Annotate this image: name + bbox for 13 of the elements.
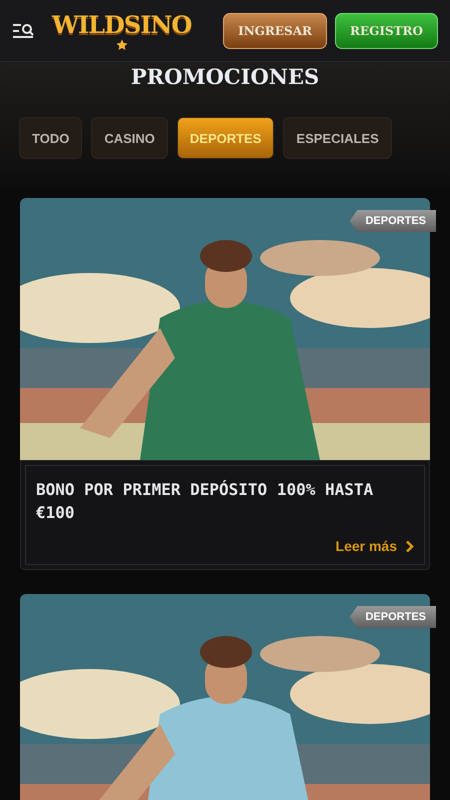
- page-title: PROMOCIONES: [130, 64, 320, 89]
- chevron-right-icon: [405, 540, 414, 552]
- logo[interactable]: WILDSINO: [52, 10, 192, 38]
- read-more-link[interactable]: Leer más: [336, 538, 414, 554]
- login-button[interactable]: INGRESAR: [223, 12, 327, 48]
- category-tab[interactable]: ESPECIALES: [283, 117, 392, 159]
- category-tab[interactable]: CASINO: [91, 117, 168, 159]
- star-icon: [116, 38, 128, 50]
- promo-title: BONO POR PRIMER DEPÓSITO 100% HASTA €100: [36, 479, 374, 524]
- category-tab[interactable]: TODO: [19, 117, 82, 159]
- category-tag: DEPORTES: [349, 210, 436, 232]
- menu-search-icon[interactable]: [12, 22, 34, 38]
- category-tag: DEPORTES: [349, 606, 436, 628]
